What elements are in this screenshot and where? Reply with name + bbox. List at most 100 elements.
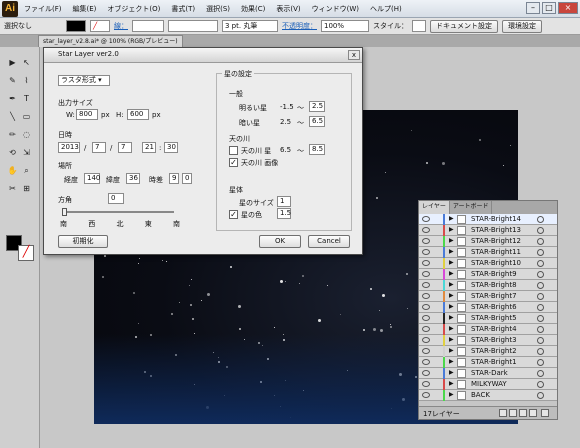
expand-triangle-icon[interactable]: ▶ <box>449 348 454 354</box>
menu-item[interactable]: ファイル(F) <box>24 4 62 14</box>
eye-icon[interactable] <box>422 249 430 255</box>
tab-artboards[interactable]: アートボード <box>450 201 493 214</box>
day-input[interactable]: 7 <box>118 142 132 153</box>
expand-triangle-icon[interactable]: ▶ <box>449 227 454 233</box>
tool-icon[interactable]: ◌ <box>20 129 33 141</box>
tool-icon[interactable]: ╲ <box>6 111 19 123</box>
layer-row[interactable]: ▶ STAR-Bright7 <box>419 291 557 302</box>
eye-icon[interactable] <box>422 304 430 310</box>
eye-icon[interactable] <box>422 370 430 376</box>
menu-item[interactable]: 編集(E) <box>73 4 97 14</box>
new-sublayer-icon[interactable] <box>519 409 527 417</box>
expand-triangle-icon[interactable]: ▶ <box>449 282 454 288</box>
opacity-label[interactable]: 不透明度： <box>282 21 317 31</box>
layer-row[interactable]: ▶ STAR-Bright14 <box>419 214 557 225</box>
menu-item[interactable]: 選択(S) <box>206 4 230 14</box>
stroke-weight[interactable] <box>132 20 164 32</box>
bright-max-input[interactable]: 2.5 <box>309 101 325 112</box>
mw-star-max-input[interactable]: 8.5 <box>309 144 325 155</box>
menu-item[interactable]: ヘルプ(H) <box>370 4 402 14</box>
layer-row[interactable]: ▶ STAR-Bright2 <box>419 346 557 357</box>
eye-icon[interactable] <box>422 282 430 288</box>
layer-row[interactable]: ▶ STAR-Bright4 <box>419 324 557 335</box>
tool-icon[interactable]: ↖ <box>20 57 33 69</box>
tool-icon[interactable]: ✎ <box>6 75 19 87</box>
tool-icon[interactable]: ✏ <box>6 129 19 141</box>
expand-triangle-icon[interactable]: ▶ <box>449 260 454 266</box>
expand-triangle-icon[interactable]: ▶ <box>449 392 454 398</box>
latitude-input[interactable]: 36 <box>126 173 140 184</box>
target-icon[interactable] <box>537 348 544 355</box>
height-input[interactable]: 600 <box>127 109 149 120</box>
locate-object-icon[interactable] <box>499 409 507 417</box>
expand-triangle-icon[interactable]: ▶ <box>449 271 454 277</box>
ok-button[interactable]: OK <box>259 235 301 248</box>
tool-icon[interactable]: ✒ <box>6 93 19 105</box>
brush-select[interactable]: 3 pt. 丸筆 <box>222 20 278 32</box>
layer-row[interactable]: ▶ STAR-Bright1 <box>419 357 557 368</box>
expand-triangle-icon[interactable]: ▶ <box>449 249 454 255</box>
preferences-button[interactable]: 環境設定 <box>502 19 542 33</box>
tab-layers[interactable]: レイヤー <box>419 201 450 214</box>
menu-item[interactable]: ウィンドウ(W) <box>312 4 359 14</box>
expand-triangle-icon[interactable]: ▶ <box>449 238 454 244</box>
star-color-input[interactable]: 1.5 <box>277 208 291 219</box>
target-icon[interactable] <box>537 359 544 366</box>
stroke-label[interactable]: 線： <box>114 21 128 31</box>
eye-icon[interactable] <box>422 315 430 321</box>
layer-row[interactable]: ▶ STAR-Bright9 <box>419 269 557 280</box>
eye-icon[interactable] <box>422 238 430 244</box>
stroke-color-swatch[interactable]: ╱ <box>18 245 34 261</box>
menu-item[interactable]: 書式(T) <box>171 4 195 14</box>
layer-row[interactable]: ▶ STAR-Bright6 <box>419 302 557 313</box>
tool-icon[interactable]: ⟲ <box>6 147 19 159</box>
tool-icon[interactable]: ▭ <box>20 111 33 123</box>
target-icon[interactable] <box>537 238 544 245</box>
target-icon[interactable] <box>537 271 544 278</box>
delete-layer-icon[interactable] <box>541 409 549 417</box>
tool-icon[interactable]: T <box>20 93 33 105</box>
longitude-input[interactable]: 140 <box>84 173 100 184</box>
document-tab[interactable]: star_layer_v2.8.ai* @ 100% (RGB/プレビュー) <box>38 35 183 47</box>
eye-icon[interactable] <box>422 381 430 387</box>
format-select[interactable]: ラスタ形式 ▾ <box>58 75 110 86</box>
expand-triangle-icon[interactable]: ▶ <box>449 315 454 321</box>
target-icon[interactable] <box>537 304 544 311</box>
eye-icon[interactable] <box>422 271 430 277</box>
eye-icon[interactable] <box>422 392 430 398</box>
eye-icon[interactable] <box>422 359 430 365</box>
minute-input[interactable]: 30 <box>164 142 178 153</box>
menu-item[interactable]: 効果(C) <box>241 4 265 14</box>
eye-icon[interactable] <box>422 337 430 343</box>
target-icon[interactable] <box>537 315 544 322</box>
document-setup-button[interactable]: ドキュメント設定 <box>430 19 498 33</box>
expand-triangle-icon[interactable]: ▶ <box>449 337 454 343</box>
expand-triangle-icon[interactable]: ▶ <box>449 326 454 332</box>
direction-input[interactable]: 0 <box>108 193 124 204</box>
target-icon[interactable] <box>537 227 544 234</box>
timezone-min-input[interactable]: 0 <box>182 173 192 184</box>
dialog-titlebar[interactable]: Star Layer ver2.0 x <box>44 48 362 63</box>
opacity-input[interactable]: 100% <box>321 20 369 32</box>
new-layer-icon[interactable] <box>529 409 537 417</box>
star-size-input[interactable]: 1 <box>277 196 291 207</box>
tool-icon[interactable]: ⌇ <box>20 75 33 87</box>
tool-icon[interactable]: ⊞ <box>20 183 33 195</box>
target-icon[interactable] <box>537 260 544 267</box>
tool-icon[interactable]: ⌕ <box>20 165 33 177</box>
width-input[interactable]: 800 <box>76 109 98 120</box>
milkyway-star-checkbox[interactable] <box>229 146 238 155</box>
target-icon[interactable] <box>537 370 544 377</box>
expand-triangle-icon[interactable]: ▶ <box>449 370 454 376</box>
layer-row[interactable]: ▶ MILKYWAY <box>419 379 557 390</box>
eye-icon[interactable] <box>422 216 430 222</box>
style-select[interactable] <box>412 20 426 32</box>
layer-row[interactable]: ▶ STAR-Bright12 <box>419 236 557 247</box>
expand-triangle-icon[interactable]: ▶ <box>449 216 454 222</box>
menu-item[interactable]: 表示(V) <box>276 4 300 14</box>
expand-triangle-icon[interactable]: ▶ <box>449 304 454 310</box>
target-icon[interactable] <box>537 381 544 388</box>
stroke-swatch[interactable]: ╱ <box>90 20 110 32</box>
layer-row[interactable]: ▶ STAR-Bright3 <box>419 335 557 346</box>
target-icon[interactable] <box>537 249 544 256</box>
